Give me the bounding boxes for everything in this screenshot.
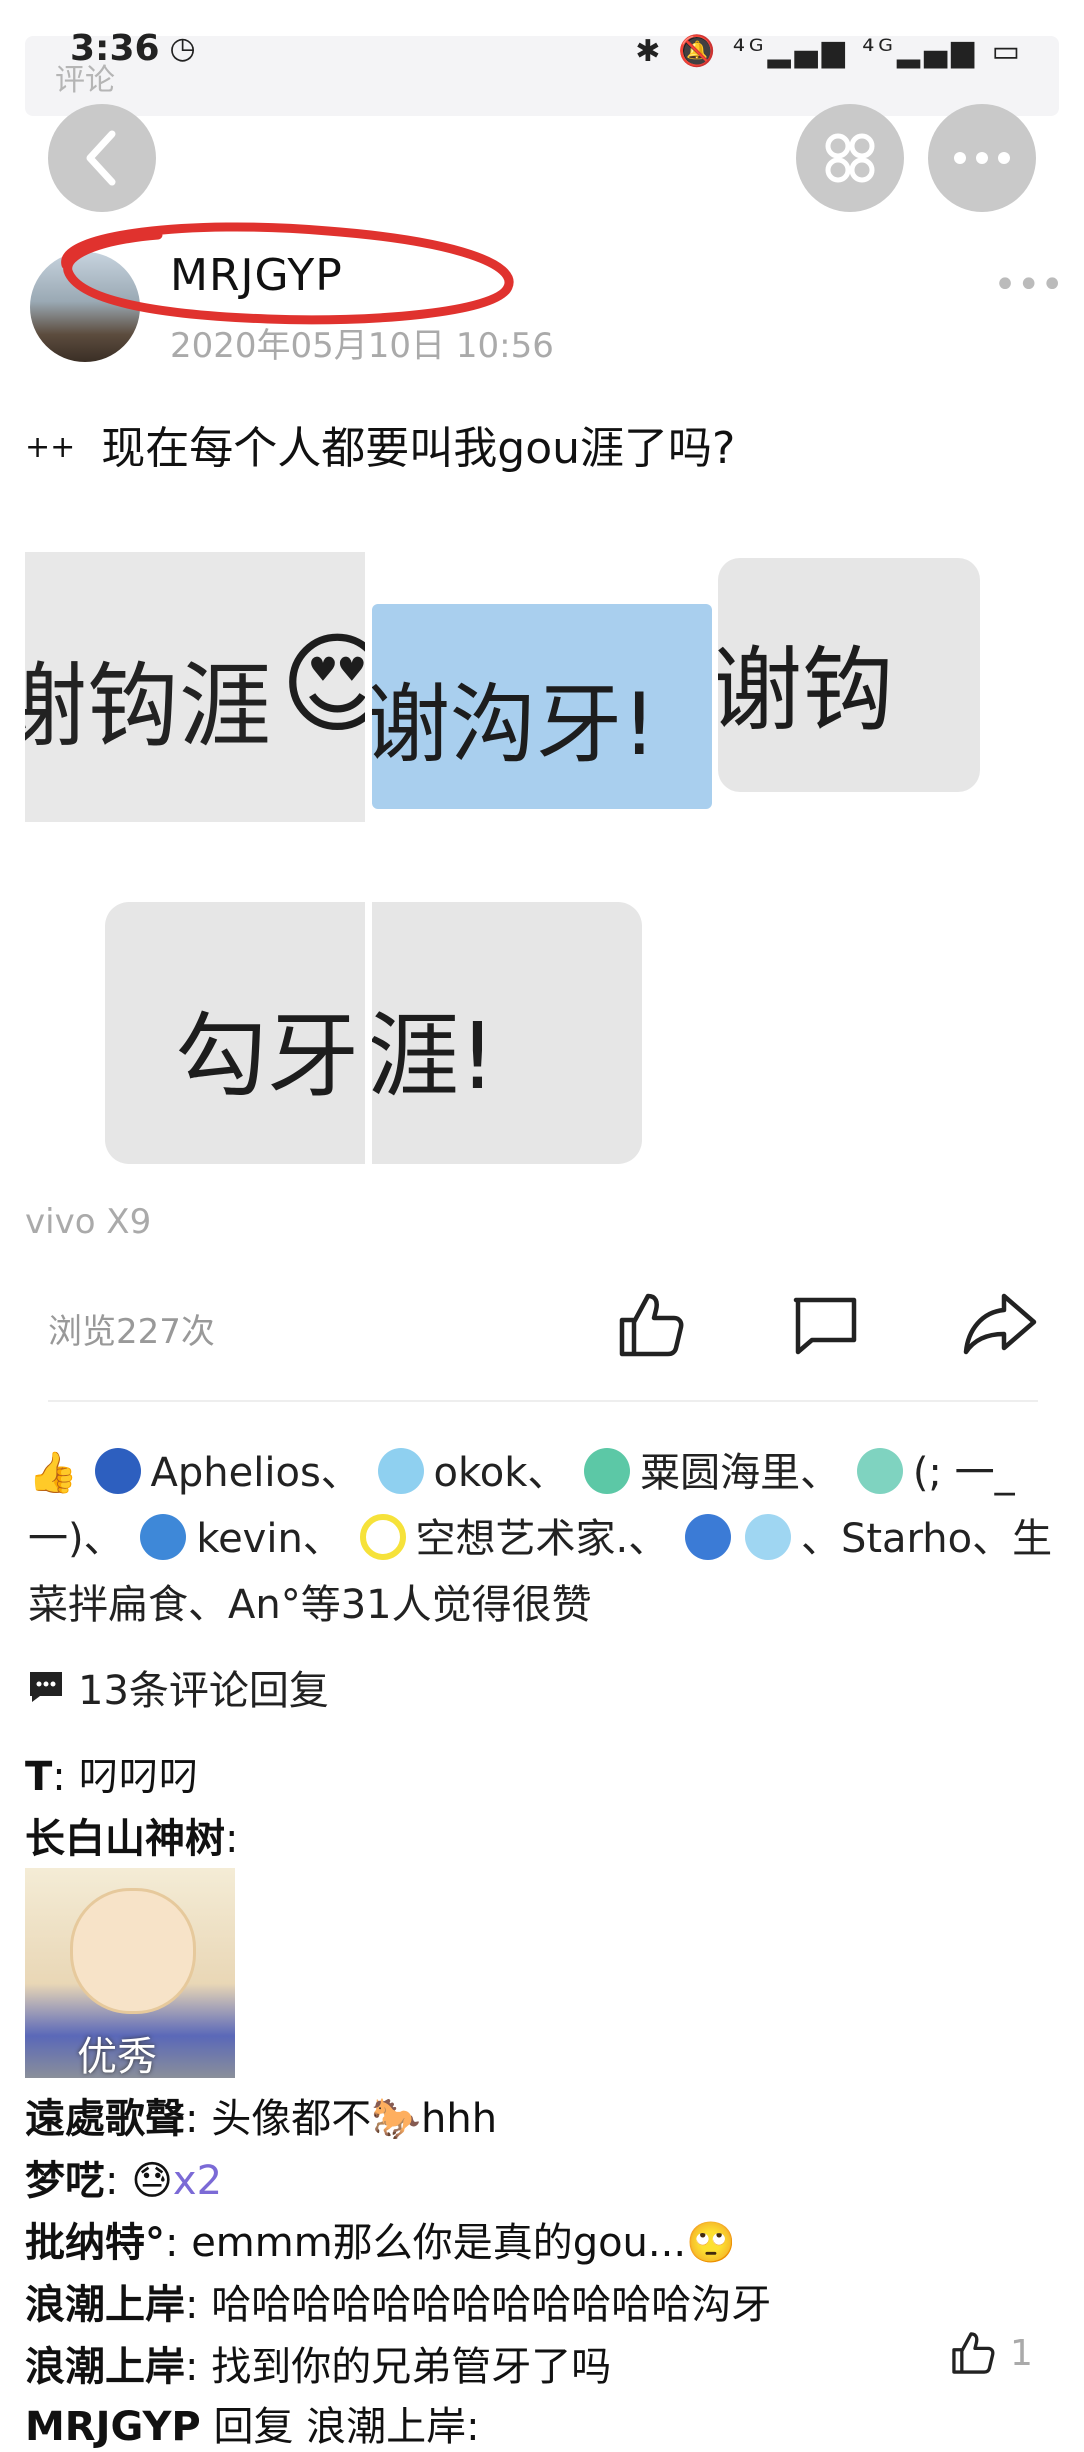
comment-author[interactable]: 遠處歌聲 <box>25 2096 185 2142</box>
infinity-icon <box>825 133 875 183</box>
likers-list: 👍 Aphelios、 okok、 粟圆海里、 (; 一_一)、 kevin、 … <box>28 1440 1058 1638</box>
clock-icon: ◷ <box>169 31 196 66</box>
comments-count: 13条评论回复 <box>78 1668 329 1714</box>
liker-avatar-7[interactable] <box>684 1514 731 1560</box>
comment-text: : 😓 <box>105 2158 173 2204</box>
comment-author[interactable]: T <box>25 1754 52 1800</box>
comment-author[interactable]: 浪潮上岸 <box>25 2282 185 2328</box>
image-3-text: 谢钩 <box>718 637 895 744</box>
liker-avatar-4[interactable] <box>856 1448 903 1494</box>
post-body: 现在每个人都要叫我gou涯了吗? <box>101 423 736 474</box>
like-icon[interactable] <box>616 1290 686 1360</box>
sticker-face <box>70 1888 196 2014</box>
status-time: 3:36 ◷ <box>70 28 196 69</box>
post-image-1[interactable]: 谢钩涯 😍 <box>25 552 365 822</box>
image-2-text: 谢沟牙! <box>372 675 657 775</box>
liker-avatar-6[interactable] <box>359 1514 406 1560</box>
liker-avatar-8[interactable] <box>744 1514 791 1560</box>
comment-1[interactable]: T: 叼叼叼 <box>25 1744 199 1802</box>
comment-text: 回复 浪潮上岸: <box>200 2404 480 2450</box>
divider <box>48 1400 1038 1402</box>
red-ellipse-annotation <box>61 222 514 325</box>
post-image-3[interactable]: 谢钩 <box>718 552 980 797</box>
comment-text: : 叼叼叼 <box>52 1754 199 1800</box>
comment-author[interactable]: 批纳特° <box>25 2220 165 2266</box>
comment-text: : 找到你的兄弟管牙了吗 <box>185 2344 612 2390</box>
time-text: 3:36 <box>70 28 160 69</box>
comment-author[interactable]: MRJGYP <box>25 2404 201 2450</box>
status-icons: ✱ 🔕 ⁴ᴳ▂▄▆ ⁴ᴳ▂▄▆ ▭ <box>635 34 1024 69</box>
liker-avatar-1[interactable] <box>94 1448 141 1494</box>
share-icon[interactable] <box>962 1290 1038 1360</box>
comment-author[interactable]: 梦呓 <box>25 2158 105 2204</box>
image-1-text: 谢钩涯 <box>25 653 272 760</box>
liker-names-1[interactable]: Aphelios、 <box>151 1450 361 1496</box>
liker-names-5[interactable]: kevin、 <box>196 1516 342 1562</box>
comment-text: : 哈哈哈哈哈哈哈哈哈哈哈哈沟牙 <box>185 2282 772 2328</box>
comment-2[interactable]: 长白山神树: <box>25 1806 238 1864</box>
post-date: 2020年05月10日 10:56 <box>170 326 554 366</box>
comment-author[interactable]: 浪潮上岸 <box>25 2344 185 2390</box>
ellipsis-icon <box>954 152 1010 164</box>
liker-avatar-2[interactable] <box>377 1448 424 1494</box>
post-options-icon[interactable]: ••• <box>993 262 1064 308</box>
liker-names-6[interactable]: 空想艺术家.、 <box>416 1516 669 1562</box>
thumbs-up-icon <box>952 2332 995 2374</box>
comment-like-count: 1 <box>1010 2332 1033 2374</box>
post-symbol: ++ <box>25 430 76 465</box>
comment-7[interactable]: 浪潮上岸: 找到你的兄弟管牙了吗 <box>25 2334 611 2392</box>
comment-6[interactable]: 浪潮上岸: 哈哈哈哈哈哈哈哈哈哈哈哈沟牙 <box>25 2272 771 2330</box>
comment-like[interactable]: 1 <box>950 2330 1033 2376</box>
device-label: vivo X9 <box>25 1202 152 1242</box>
comment-multiplier: x2 <box>172 2158 223 2204</box>
comment-3[interactable]: 遠處歌聲: 头像都不🐎hhh <box>25 2086 497 2144</box>
sticker-caption: 优秀 <box>77 2034 157 2078</box>
post-image-5[interactable]: 涯! <box>372 902 652 1167</box>
comment-text: : <box>225 1816 239 1862</box>
comment-5[interactable]: 批纳特°: emmm那么你是真的gou...🙄 <box>25 2210 736 2268</box>
post-image-2[interactable]: 谢沟牙! <box>372 552 712 832</box>
comment-4[interactable]: 梦呓: 😓x2 <box>25 2148 222 2206</box>
comment-icon[interactable] <box>790 1292 860 1358</box>
comment-author[interactable]: 长白山神树 <box>25 1816 225 1862</box>
comment-8[interactable]: MRJGYP 回复 浪潮上岸: <box>25 2394 480 2452</box>
more-button[interactable] <box>928 104 1036 212</box>
image-5-text: 涯! <box>372 1003 496 1110</box>
view-count: 浏览227次 <box>48 1312 215 1352</box>
post-image-4[interactable]: 勾牙 <box>25 902 365 1167</box>
comment-text: : emmm那么你是真的gou...🙄 <box>165 2220 736 2266</box>
comments-header: 13条评论回复 <box>28 1658 329 1716</box>
post-text: ++ 现在每个人都要叫我gou涯了吗? <box>25 412 735 476</box>
mini-program-button[interactable] <box>796 104 904 212</box>
liker-avatar-5[interactable] <box>140 1514 187 1560</box>
back-button[interactable] <box>48 104 156 212</box>
thumbs-up-filled-icon: 👍 <box>28 1450 78 1496</box>
image-1-emoji: 😍 <box>280 620 365 748</box>
comment-bubble-icon <box>30 1672 62 1702</box>
liker-names-2[interactable]: okok、 <box>434 1450 568 1496</box>
liker-names-3[interactable]: 粟圆海里、 <box>640 1450 840 1496</box>
liker-avatar-3[interactable] <box>584 1448 631 1494</box>
sticker-image[interactable]: 优秀 <box>25 1868 235 2078</box>
comment-text: : 头像都不🐎hhh <box>185 2096 498 2142</box>
image-4-text: 勾牙 <box>175 1003 360 1110</box>
chevron-left-icon <box>86 130 116 186</box>
